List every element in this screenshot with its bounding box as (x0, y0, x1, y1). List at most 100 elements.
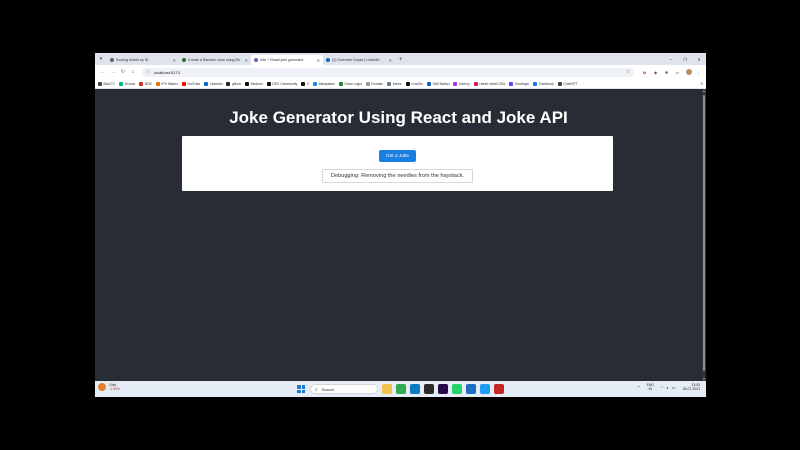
bookmark-item[interactable]: Domain (365, 81, 383, 86)
site-info-icon[interactable]: ⓘ (146, 69, 150, 75)
file-explorer-icon[interactable] (382, 384, 392, 394)
bookmark-item[interactable]: BAUCY (98, 81, 115, 86)
joke-text: Debugging: Removing the needles from the… (322, 169, 473, 183)
close-window-icon[interactable]: ✕ (692, 53, 706, 65)
bookmark-favicon-icon (301, 81, 306, 86)
minimize-icon[interactable]: ─ (664, 53, 678, 65)
tab-search-icon[interactable]: ▾ (95, 53, 107, 65)
bookmark-favicon-icon (139, 81, 144, 86)
get-joke-button[interactable]: Get a Joke (379, 150, 416, 162)
bookmark-label: Harsh sheet DSA (479, 81, 506, 86)
bookmark-item[interactable]: Dhan Login (339, 81, 362, 86)
search-icon: ⌕ (315, 386, 318, 392)
sidebar-icon[interactable]: ▭ (673, 68, 682, 77)
bookmark-favicon-icon (557, 81, 562, 86)
bookmark-item[interactable]: Udemy (453, 81, 470, 86)
bookmark-favicon-icon (245, 81, 250, 86)
bookmark-item[interactable]: YouTube (181, 81, 200, 86)
widget-subtitle: -1.80% (109, 387, 120, 391)
bookmark-item[interactable]: github (226, 81, 242, 86)
tab-random-joke[interactable]: Create a Random Joke using Re ✕ (179, 55, 251, 65)
tab-title: Scoring Article by ID (116, 58, 149, 62)
clock[interactable]: 13:53 26-07-2023 (683, 383, 700, 391)
bookmark-item[interactable]: DEV Community (266, 81, 297, 86)
wifi-icon[interactable]: ◠ (660, 385, 664, 390)
bookmark-star-icon[interactable]: ☆ (626, 69, 630, 75)
profile-avatar-icon[interactable] (686, 69, 692, 75)
gmail-extension-icon[interactable]: M (640, 68, 649, 77)
bookmark-item[interactable]: Ineins (387, 81, 402, 86)
bookmark-item[interactable]: Skill Nation (427, 81, 450, 86)
taskbar-search[interactable]: ⌕ Search (310, 384, 378, 394)
windows-start-icon[interactable] (297, 385, 305, 393)
bookmark-item[interactable]: Linkedin (204, 81, 222, 86)
bookmark-favicon-icon (313, 81, 318, 86)
bookmark-item[interactable]: Facebook (533, 81, 554, 86)
bookmark-favicon-icon (405, 81, 410, 86)
tab-close-icon[interactable]: ✕ (173, 58, 176, 63)
url-text: localhost:5173 (154, 69, 180, 75)
menu-kebab-icon[interactable]: ⋮ (694, 68, 703, 77)
new-tab-button[interactable]: + (395, 55, 407, 65)
premiere-icon[interactable] (438, 384, 448, 394)
recorder-icon[interactable] (494, 384, 504, 394)
bookmark-item[interactable]: Medium (245, 81, 263, 86)
bookmark-favicon-icon (533, 81, 538, 86)
bookmarks-overflow-icon[interactable]: » (700, 81, 703, 87)
tray-overflow-icon[interactable]: ⌃ (637, 385, 640, 390)
vscode-icon[interactable] (480, 384, 490, 394)
terminal-icon[interactable] (424, 384, 434, 394)
tab-close-icon[interactable]: ✕ (389, 58, 392, 63)
reload-icon[interactable]: ↻ (118, 67, 128, 77)
tab-scoring-article[interactable]: Scoring Article by ID ✕ (107, 55, 179, 65)
bookmark-label: Skill Nation (432, 81, 450, 86)
tab-close-icon[interactable]: ✕ (317, 58, 320, 63)
bookmark-favicon-icon (387, 81, 392, 86)
tab-favicon-icon (182, 58, 186, 62)
market-icon (98, 383, 106, 391)
widgets-button[interactable]: Gold -1.80% (98, 383, 120, 391)
bookmark-item[interactable]: Hostinger (509, 81, 529, 86)
tab-title: (2) Surender Gupta | LinkedIn (332, 58, 380, 62)
chrome-icon[interactable] (396, 384, 406, 394)
volume-icon[interactable]: 🔈︎ (666, 385, 668, 390)
bookmark-item[interactable]: NDE (139, 81, 152, 86)
scroll-up-icon[interactable]: ▲ (702, 89, 706, 93)
browser-toolbar: ← → ↻ ⌂ ⓘ localhost:5173 ☆ M ◆ ✱ ▭ ⋮ (95, 65, 706, 79)
bookmark-label: ChatGPT (563, 81, 578, 86)
bookmark-item[interactable]: X (301, 81, 309, 86)
search-placeholder: Search (321, 386, 335, 392)
bookmark-item[interactable]: IPU Watch (155, 81, 178, 86)
tab-close-icon[interactable]: ✕ (245, 58, 248, 63)
forward-icon[interactable]: → (108, 67, 118, 77)
whatsapp-icon[interactable] (452, 384, 462, 394)
scrollbar-thumb[interactable] (703, 95, 705, 371)
tab-title: Create a Random Joke using Re (188, 58, 241, 62)
maximize-icon[interactable]: ❐ (678, 53, 692, 65)
back-icon[interactable]: ← (98, 67, 108, 77)
address-bar[interactable]: ⓘ localhost:5173 ☆ (142, 67, 634, 77)
tab-title: Vite + React joke generator (260, 58, 304, 62)
bookmark-label: IPU Watch (161, 81, 178, 86)
extension-icon[interactable]: ◆ (651, 68, 660, 77)
photos-icon[interactable] (466, 384, 476, 394)
bookmark-favicon-icon (339, 81, 344, 86)
bookmark-item[interactable]: CrazZie (405, 81, 423, 86)
bookmark-label: github (231, 81, 242, 86)
extensions-puzzle-icon[interactable]: ✱ (662, 68, 671, 77)
home-icon[interactable]: ⌂ (128, 67, 138, 77)
bookmark-item[interactable]: Malayalam (313, 81, 335, 86)
tab-vite-react[interactable]: Vite + React joke generator ✕ (251, 55, 323, 65)
bookmark-item[interactable]: ChatGPT (557, 81, 578, 86)
bookmark-item[interactable]: Harsh sheet DSA (473, 81, 506, 86)
tab-linkedin[interactable]: (2) Surender Gupta | LinkedIn ✕ (323, 55, 395, 65)
battery-icon[interactable]: ▭ (672, 385, 676, 390)
bookmark-favicon-icon (266, 81, 271, 86)
bookmark-favicon-icon (509, 81, 514, 86)
edge-icon[interactable] (410, 384, 420, 394)
scrollbar[interactable]: ▲ ▼ (702, 89, 706, 381)
bookmark-label: Dhan Login (344, 81, 362, 86)
bookmark-item[interactable]: Groww (119, 81, 135, 86)
bookmark-label: Facebook (538, 81, 554, 86)
language-indicator[interactable]: ENG IN (647, 383, 654, 391)
